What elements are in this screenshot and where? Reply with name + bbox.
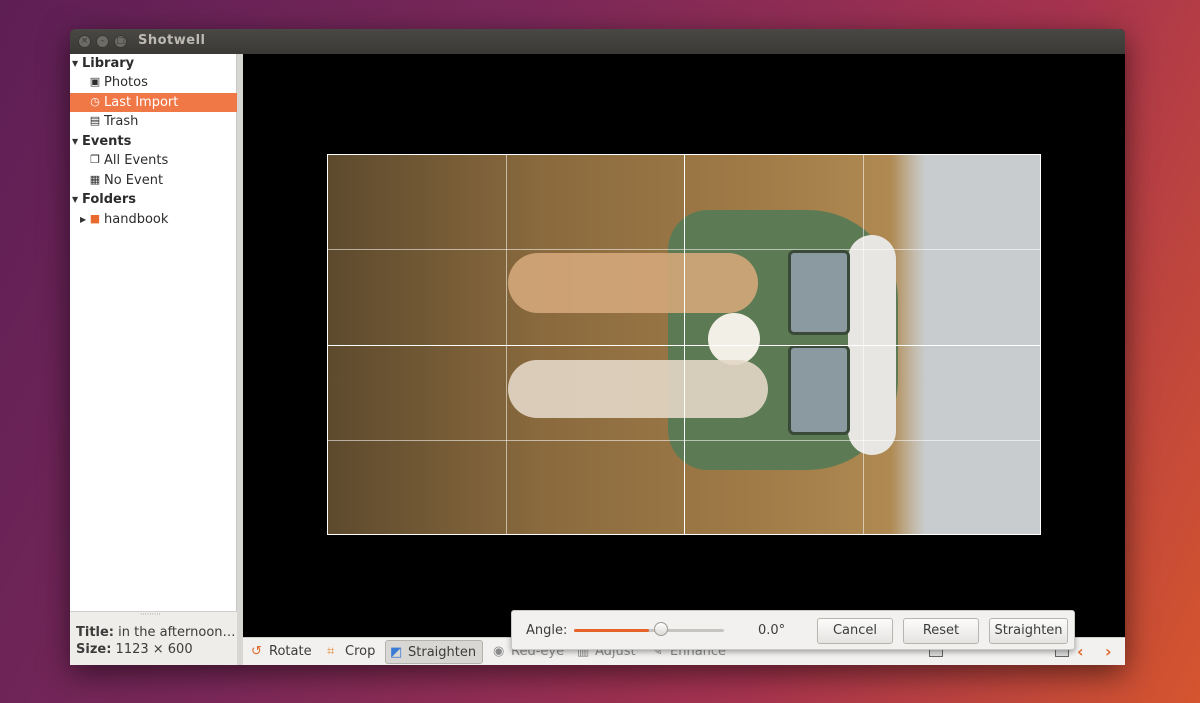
previous-photo-icon[interactable]: ‹ bbox=[1077, 640, 1084, 664]
angle-slider-handle[interactable] bbox=[654, 622, 668, 636]
sidebar-item-label: Photos bbox=[104, 75, 148, 90]
close-button[interactable]: × bbox=[78, 35, 91, 48]
angle-label: Angle: bbox=[526, 623, 568, 638]
info-title-label: Title: bbox=[76, 625, 115, 640]
straighten-button[interactable]: ◩ Straighten bbox=[385, 640, 483, 664]
crop-label: Crop bbox=[345, 644, 376, 659]
window-title: Shotwell bbox=[138, 33, 206, 48]
events-icon: ❐ bbox=[90, 153, 100, 166]
sidebar-item-label: handbook bbox=[104, 212, 169, 227]
angle-value: 0.0° bbox=[758, 623, 786, 638]
straighten-apply-button[interactable]: Straighten bbox=[989, 618, 1068, 644]
last-import-icon: ◷ bbox=[90, 95, 100, 108]
sidebar-item-label: Last Import bbox=[104, 95, 179, 110]
sidebar-item-folders[interactable]: ▼ Folders bbox=[70, 190, 237, 209]
straighten-grid-line bbox=[328, 249, 1040, 250]
photo-viewer[interactable] bbox=[243, 54, 1125, 637]
photo-info-pane: ⋯⋯⋯ Title: in the afternoon… Size: 1123 … bbox=[70, 611, 237, 665]
expander-open-icon[interactable]: ▼ bbox=[72, 190, 78, 209]
photo-image[interactable] bbox=[327, 154, 1041, 535]
info-size-label: Size: bbox=[76, 642, 112, 657]
sidebar-item-photos[interactable]: ▣ Photos bbox=[70, 73, 237, 92]
crop-icon: ⌗ bbox=[327, 644, 335, 659]
next-photo-icon[interactable]: › bbox=[1105, 640, 1112, 664]
pane-grip-icon[interactable]: ⋯⋯⋯ bbox=[140, 611, 170, 618]
minimize-button[interactable]: – bbox=[96, 35, 109, 48]
titlebar: × – □ Shotwell bbox=[70, 29, 1125, 54]
info-size-value: 1123 × 600 bbox=[115, 642, 193, 657]
sidebar: ▼ Library ▣ Photos ◷ Last Import ▤ Trash… bbox=[70, 54, 237, 611]
expander-open-icon[interactable]: ▼ bbox=[72, 132, 78, 151]
trash-icon: ▤ bbox=[89, 114, 101, 127]
maximize-button[interactable]: □ bbox=[114, 35, 127, 48]
photos-icon: ▣ bbox=[89, 75, 101, 88]
sidebar-item-all-events[interactable]: ❐ All Events bbox=[70, 151, 237, 170]
no-event-icon: ▦ bbox=[89, 173, 101, 186]
sidebar-item-label: No Event bbox=[104, 173, 164, 188]
shotwell-window: × – □ Shotwell ▼ Library ▣ Photos ◷ Last… bbox=[70, 29, 1125, 665]
crop-button[interactable]: ⌗ Crop bbox=[323, 640, 375, 664]
straighten-grid-line bbox=[328, 345, 1040, 346]
straighten-icon: ◩ bbox=[390, 645, 403, 660]
sidebar-item-trash[interactable]: ▤ Trash bbox=[70, 112, 237, 131]
sidebar-item-label: Events bbox=[82, 134, 132, 149]
sidebar-item-events[interactable]: ▼ Events bbox=[70, 132, 237, 151]
expander-closed-icon[interactable]: ▶ bbox=[80, 210, 86, 229]
folder-icon: ■ bbox=[89, 212, 101, 225]
photo-figure bbox=[508, 253, 758, 313]
rotate-icon: ↺ bbox=[251, 644, 262, 659]
info-title-row: Title: in the afternoon… bbox=[76, 625, 236, 640]
photo-bus-window bbox=[788, 250, 850, 335]
sidebar-item-no-event[interactable]: ▦ No Event bbox=[70, 171, 237, 190]
straighten-popover: Angle: 0.0° Cancel Reset Straighten bbox=[511, 610, 1075, 650]
straighten-label: Straighten bbox=[408, 645, 477, 660]
sidebar-item-last-import[interactable]: ◷ Last Import bbox=[70, 93, 237, 112]
angle-slider-fill bbox=[574, 629, 649, 632]
sidebar-item-label: All Events bbox=[104, 153, 169, 168]
rotate-button[interactable]: ↺ Rotate bbox=[247, 640, 312, 664]
rotate-label: Rotate bbox=[269, 644, 312, 659]
expander-open-icon[interactable]: ▼ bbox=[72, 54, 78, 73]
sidebar-item-label: Library bbox=[82, 56, 135, 71]
photo-figure bbox=[508, 360, 768, 418]
sidebar-item-library[interactable]: ▼ Library bbox=[70, 54, 237, 73]
sidebar-item-handbook[interactable]: ▶ ■ handbook bbox=[70, 210, 237, 229]
reset-button[interactable]: Reset bbox=[903, 618, 979, 644]
straighten-grid-line bbox=[328, 440, 1040, 441]
info-size-row: Size: 1123 × 600 bbox=[76, 642, 193, 657]
sidebar-item-label: Folders bbox=[82, 192, 137, 207]
cancel-button[interactable]: Cancel bbox=[817, 618, 893, 644]
photo-bus-emblem bbox=[708, 313, 760, 365]
photo-bus-window bbox=[788, 345, 850, 435]
red-eye-icon: ◉ bbox=[493, 644, 505, 659]
sidebar-item-label: Trash bbox=[104, 114, 139, 129]
info-title-value: in the afternoon… bbox=[118, 625, 236, 640]
